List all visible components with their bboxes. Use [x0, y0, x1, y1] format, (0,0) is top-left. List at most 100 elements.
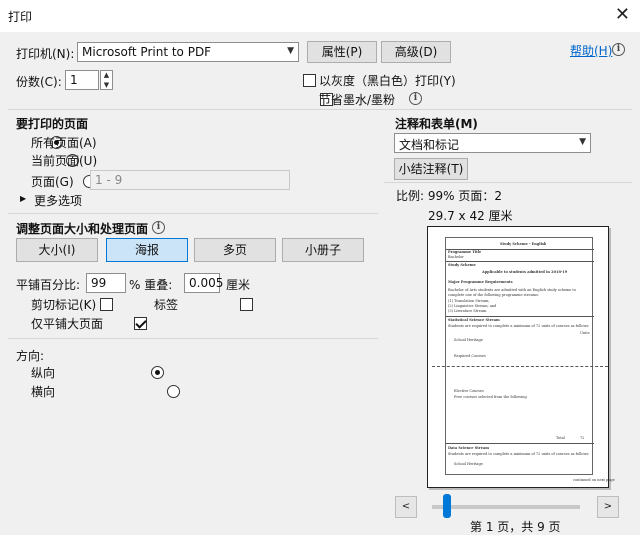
overlap-label: % 重叠: [129, 278, 173, 292]
comments-select-value: 文档和标记 [399, 138, 460, 152]
help-info-icon[interactable]: i [612, 43, 625, 56]
chevron-right-icon: > [603, 501, 613, 512]
prev-page-button[interactable]: < [395, 496, 417, 518]
divider [384, 182, 632, 183]
preview-size-text: 29.7 x 42 厘米 [428, 209, 513, 223]
copies-label: 份数(C): [16, 75, 62, 89]
save-ink-label: 节省墨水/墨粉 [319, 93, 396, 107]
preview-data-item1: School Heritage [454, 462, 483, 466]
more-options-toggle[interactable]: 更多选项 [34, 192, 82, 209]
tile-scale-value: 99 [91, 276, 107, 290]
preview-list2: (2) Linguistics Stream; and [448, 304, 497, 308]
preview-page: Study Scheme - English Programme Title B… [427, 226, 615, 488]
save-ink-info-icon[interactable]: i [409, 92, 422, 105]
orientation-heading: 方向: [16, 349, 45, 363]
preview-item1: School Heritage [454, 338, 483, 342]
title-bar: 打印 ✕ [0, 0, 640, 32]
chevron-left-icon: < [401, 501, 411, 512]
triangle-right-icon[interactable]: ▶ [20, 194, 26, 203]
overlap-value: 0.005 [189, 276, 224, 290]
preview-programme-value: Bachelor [448, 255, 464, 259]
pages-section-heading: 要打印的页面 [16, 117, 89, 131]
preview-rule [446, 316, 594, 317]
tile-scale-input[interactable]: 99 [86, 273, 126, 293]
all-pages-label: 所有页面(A) [31, 136, 97, 150]
divider [8, 338, 378, 339]
window-title: 打印 [8, 10, 33, 24]
grayscale-checkbox[interactable] [303, 74, 316, 87]
stepper-down-icon[interactable]: ▼ [101, 81, 112, 90]
tab-size[interactable]: 大小(I) [16, 238, 98, 262]
properties-button[interactable]: 属性(P) [307, 41, 377, 63]
preview-list1: (1) Translation Stream; [448, 299, 490, 303]
page-range-input[interactable]: 1 - 9 [90, 170, 290, 190]
tab-booklet[interactable]: 小册子 [282, 238, 364, 262]
page-slider-track[interactable] [432, 505, 580, 509]
comments-section-heading: 注释和表单(M) [395, 117, 478, 131]
grayscale-label: 以灰度（黑白色）打印(Y) [319, 74, 456, 88]
printer-select[interactable]: Microsoft Print to PDF ▼ [77, 42, 299, 62]
preview-stat-head: Statistical Science Stream [448, 318, 500, 322]
preview-item3: Elective Courses [454, 389, 484, 393]
preview-rule [446, 443, 594, 444]
chevron-down-icon: ▼ [287, 46, 294, 56]
overlap-input[interactable]: 0.005 [184, 273, 224, 293]
tab-poster[interactable]: 海报 [106, 238, 188, 262]
labels-checkbox[interactable] [239, 298, 253, 311]
current-page-label: 当前页面(U) [31, 154, 98, 168]
page-range-placeholder: 1 - 9 [95, 173, 123, 187]
preview-item2: Required Courses [454, 354, 486, 358]
tab-multiple[interactable]: 多页 [194, 238, 276, 262]
preview-stat-sub: Students are required to complete a mini… [448, 324, 590, 328]
tile-large-only-label: 仅平铺大页面 [31, 317, 104, 331]
divider [8, 109, 632, 110]
help-link[interactable]: 帮助(H) [570, 42, 612, 59]
preview-footer: continued on next page [573, 478, 615, 482]
preview-data-sub: Students are required to complete a mini… [448, 452, 590, 456]
preview-data-head: Data Science Stream [448, 446, 489, 450]
copies-input[interactable]: 1 [65, 70, 99, 90]
preview-scale-text: 比例: 99% 页面：2 [396, 189, 502, 203]
cut-marks-label: 剪切标记(K) [31, 298, 97, 312]
printer-label: 打印机(N): [16, 47, 75, 61]
preview-total: Total [556, 436, 565, 440]
chevron-down-icon: ▼ [579, 137, 586, 147]
advanced-button[interactable]: 高级(D) [381, 41, 451, 63]
next-page-button[interactable]: > [597, 496, 619, 518]
stepper-up-icon[interactable]: ▲ [101, 71, 112, 80]
landscape-radio[interactable] [167, 385, 181, 398]
page-slider-thumb[interactable] [443, 494, 452, 518]
page-indicator: 第 1 页，共 9 页 [470, 520, 561, 534]
tile-large-only-checkbox[interactable] [133, 317, 147, 330]
preview-programme-label: Programme Title [448, 250, 482, 254]
close-icon[interactable]: ✕ [615, 4, 630, 25]
labels-label: 标签 [154, 298, 179, 312]
preview-document: Study Scheme - English Programme Title B… [432, 237, 608, 475]
preview-para2: complete one of the following programme … [448, 293, 539, 297]
preview-rule [446, 261, 594, 262]
preview-applicable: Applicable to students admitted in 2018-… [482, 270, 568, 274]
landscape-label: 横向 [31, 385, 56, 399]
tile-scale-label: 平铺百分比: [16, 278, 81, 292]
preview-doc-title: Study Scheme - English [500, 242, 547, 246]
preview-study-scheme-label: Study Scheme [448, 263, 476, 267]
cut-marks-checkbox[interactable] [100, 298, 114, 311]
divider [8, 213, 378, 214]
summarize-comments-button[interactable]: 小结注释(T) [394, 158, 468, 180]
sizing-info-icon[interactable]: i [152, 221, 165, 234]
comments-select[interactable]: 文档和标记 ▼ [394, 133, 591, 153]
portrait-radio[interactable] [150, 366, 164, 379]
sizing-section-heading: 调整页面大小和处理页面 [16, 222, 149, 236]
printer-select-value: Microsoft Print to PDF [82, 45, 212, 59]
copies-stepper[interactable]: ▲ ▼ [100, 70, 113, 90]
preview-para1: Bachelor of Arts students are admitted w… [448, 288, 576, 292]
preview-list3: (3) Literature Stream. [448, 309, 488, 313]
preview-units-label: Units [580, 331, 590, 335]
preview-major-req: Major Programme Requirements [448, 280, 513, 284]
preview-item4: Free courses selected from the following [454, 395, 527, 399]
preview-total-value: 72 [580, 436, 585, 440]
overlap-unit: 厘米 [226, 278, 251, 292]
page-range-label: 页面(G) [31, 175, 74, 189]
copies-value: 1 [70, 73, 78, 87]
preview-tile-cut-line [432, 366, 608, 367]
